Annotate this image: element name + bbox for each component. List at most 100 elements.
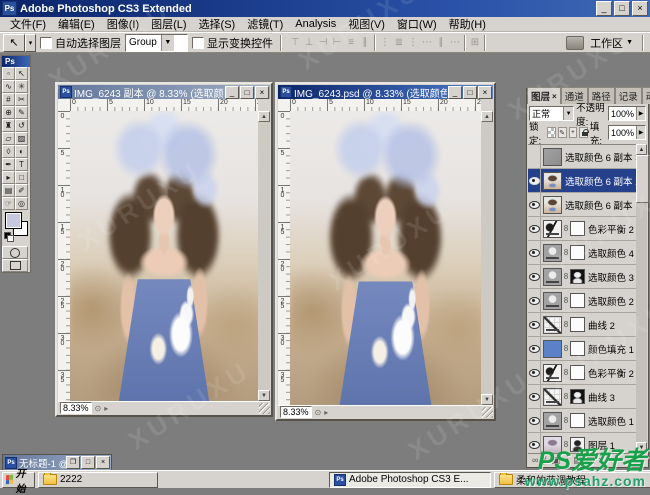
- hand-tool[interactable]: ☞: [2, 197, 15, 210]
- chevron-right-icon[interactable]: ▶: [636, 107, 645, 120]
- quick-mask-button[interactable]: [2, 246, 28, 259]
- tool-palette-header[interactable]: Ps: [2, 56, 30, 67]
- close-button[interactable]: ×: [255, 86, 269, 99]
- eyedropper-tool[interactable]: ✐: [15, 184, 28, 197]
- layer-row[interactable]: 8选取颜色 3: [528, 265, 636, 289]
- clone-stamp-tool[interactable]: ♜: [2, 119, 15, 132]
- layer-mask-thumbnail[interactable]: [570, 269, 585, 284]
- slice-tool[interactable]: ✂: [15, 93, 28, 106]
- menu-item[interactable]: 滤镜(T): [241, 15, 289, 33]
- scrollbar-thumb[interactable]: [636, 155, 649, 203]
- notes-tool[interactable]: ▤: [2, 184, 15, 197]
- layer-row[interactable]: 8曲线 2: [528, 313, 636, 337]
- menu-item[interactable]: 编辑(E): [52, 15, 101, 33]
- resize-grip[interactable]: [259, 403, 270, 414]
- layer-thumbnail[interactable]: [543, 412, 562, 430]
- layer-mask-thumbnail[interactable]: [570, 437, 585, 452]
- status-arrow-icon[interactable]: ▸: [324, 408, 328, 417]
- document-window-1[interactable]: Ps IMG_6243 副本 @ 8.33% (选取颜色 6 副本, RI...…: [55, 82, 273, 417]
- close-button[interactable]: ×: [632, 1, 648, 16]
- layer-thumbnail[interactable]: [543, 388, 562, 406]
- layer-row[interactable]: 8选取颜色 4: [528, 241, 636, 265]
- magic-wand-tool[interactable]: ✳: [15, 80, 28, 93]
- visibility-toggle[interactable]: [528, 241, 541, 264]
- default-colors-icon[interactable]: [4, 232, 13, 241]
- layer-name[interactable]: 色彩平衡 2: [588, 222, 634, 236]
- layer-mask-thumbnail[interactable]: [570, 245, 585, 260]
- dodge-tool[interactable]: ◐: [15, 145, 28, 158]
- path-selection-tool[interactable]: ▸: [2, 171, 15, 184]
- visibility-toggle[interactable]: [528, 217, 541, 240]
- layer-mask-thumbnail[interactable]: [570, 221, 585, 236]
- current-tool-button[interactable]: ↖: [3, 34, 25, 52]
- layer-thumbnail[interactable]: [543, 436, 562, 454]
- zoom-level[interactable]: 8.33%: [60, 402, 92, 414]
- crop-tool[interactable]: #: [2, 93, 15, 106]
- status-arrow-icon[interactable]: ▸: [104, 404, 108, 413]
- brush-tool[interactable]: ✎: [15, 106, 28, 119]
- layer-name[interactable]: 选取颜色 6 副本 2: [565, 174, 636, 188]
- maximize-button[interactable]: □: [81, 456, 95, 469]
- layer-name[interactable]: 选取颜色 4: [588, 246, 634, 260]
- add-mask-icon[interactable]: ▣: [551, 455, 560, 466]
- group-select[interactable]: Group ▼: [125, 34, 188, 52]
- tab-动作[interactable]: 动作: [642, 87, 650, 104]
- layer-mask-thumbnail[interactable]: [570, 365, 585, 380]
- lasso-tool[interactable]: ∿: [2, 80, 15, 93]
- scroll-up-icon[interactable]: ▲: [258, 111, 270, 122]
- layer-thumbnail[interactable]: [543, 172, 562, 190]
- layer-name[interactable]: 选取颜色 3: [588, 270, 634, 284]
- healing-brush-tool[interactable]: ⊕: [2, 106, 15, 119]
- doc2-titlebar[interactable]: Ps IMG_6243.psd @ 8.33% (选取颜色 6 副本 2, R.…: [278, 85, 493, 99]
- type-tool[interactable]: T: [15, 158, 28, 171]
- menu-item[interactable]: 视图(V): [342, 15, 391, 33]
- zoom-level[interactable]: 8.33%: [280, 406, 312, 418]
- menu-item[interactable]: 文件(F): [4, 15, 52, 33]
- layer-name[interactable]: 色彩平衡 2: [588, 366, 634, 380]
- layer-name[interactable]: 图层 1: [588, 438, 615, 452]
- gradient-tool[interactable]: ▨: [15, 132, 28, 145]
- visibility-toggle[interactable]: [528, 265, 541, 288]
- minimize-button[interactable]: _: [225, 86, 239, 99]
- visibility-toggle[interactable]: [528, 145, 541, 168]
- visibility-toggle[interactable]: [528, 385, 541, 408]
- layer-row[interactable]: 8选取颜色 1: [528, 409, 636, 433]
- new-layer-icon[interactable]: ▢: [586, 455, 595, 466]
- layer-name[interactable]: 选取颜色 6 副本: [565, 198, 633, 212]
- layer-row[interactable]: 8颜色填充 1: [528, 337, 636, 361]
- taskbar-task[interactable]: PsAdobe Photoshop CS3 E...: [329, 472, 491, 488]
- tool-preset-dropdown-icon[interactable]: ▾: [25, 34, 36, 52]
- layer-row[interactable]: 8色彩平衡 2: [528, 217, 636, 241]
- menu-item[interactable]: Analysis: [289, 17, 342, 31]
- layer-name[interactable]: 曲线 2: [588, 318, 615, 332]
- visibility-toggle[interactable]: [528, 169, 541, 192]
- vertical-scrollbar[interactable]: ▲ ▼: [258, 111, 270, 401]
- start-button[interactable]: 开始: [2, 472, 35, 488]
- close-button[interactable]: ×: [96, 456, 110, 469]
- menu-item[interactable]: 图层(L): [145, 15, 192, 33]
- taskbar-task[interactable]: 2222: [38, 472, 158, 488]
- layer-mask-thumbnail[interactable]: [570, 341, 585, 356]
- layer-thumbnail[interactable]: [543, 244, 562, 262]
- show-transform-checkbox[interactable]: [192, 37, 204, 49]
- layer-row[interactable]: 8图层 1: [528, 433, 636, 453]
- visibility-toggle[interactable]: [528, 337, 541, 360]
- chevron-right-icon[interactable]: ▶: [636, 126, 645, 139]
- restore-button[interactable]: □: [614, 1, 630, 16]
- layer-name[interactable]: 选取颜色 6 副本 3: [565, 150, 636, 164]
- layer-thumbnail[interactable]: [543, 220, 562, 238]
- layer-row[interactable]: 8选取颜色 2: [528, 289, 636, 313]
- visibility-toggle[interactable]: [528, 409, 541, 432]
- layer-mask-thumbnail[interactable]: [570, 413, 585, 428]
- pen-tool[interactable]: ✒: [2, 158, 15, 171]
- tab-close-icon[interactable]: ×: [552, 92, 557, 101]
- layer-row[interactable]: 8色彩平衡 2: [528, 361, 636, 385]
- blur-tool[interactable]: ◊: [2, 145, 15, 158]
- layer-mask-thumbnail[interactable]: [570, 389, 585, 404]
- layer-thumbnail[interactable]: [543, 268, 562, 286]
- scroll-down-icon[interactable]: ▼: [258, 390, 270, 401]
- auto-select-checkbox[interactable]: [40, 37, 52, 49]
- adjustment-layer-icon[interactable]: ◑: [564, 455, 569, 465]
- scroll-up-icon[interactable]: ▲: [481, 111, 493, 122]
- show-transform-option[interactable]: 显示变换控件: [192, 35, 273, 51]
